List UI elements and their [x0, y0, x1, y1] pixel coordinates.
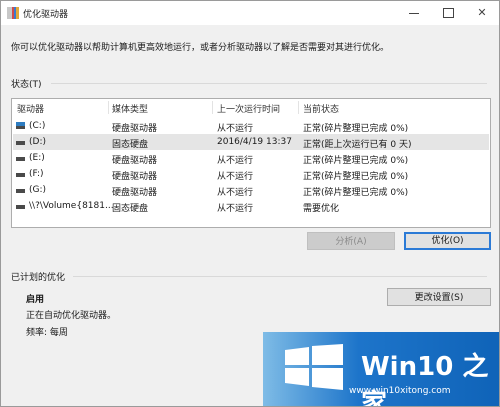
drive-icon	[16, 202, 25, 209]
media-type: 硬盘驱动器	[112, 156, 158, 166]
drive-name: (D:)	[29, 137, 46, 147]
drive-row-g[interactable]: (G:) 硬盘驱动器 从不运行 正常(碎片整理已完成 0%)	[13, 182, 489, 198]
drive-icon	[16, 154, 25, 161]
media-type: 硬盘驱动器	[112, 188, 158, 198]
drive-row-e[interactable]: (E:) 硬盘驱动器 从不运行 正常(碎片整理已完成 0%)	[13, 150, 489, 166]
drive-icon	[16, 170, 25, 177]
column-divider	[298, 101, 299, 114]
current-status: 正常(碎片整理已完成 0%)	[303, 124, 409, 134]
media-type: 硬盘驱动器	[112, 172, 158, 182]
drive-icon	[16, 138, 25, 145]
scheduled-divider	[73, 276, 487, 277]
last-run: 从不运行	[217, 124, 254, 134]
minimize-button[interactable]	[397, 1, 431, 25]
column-media-type[interactable]: 媒体类型	[112, 102, 148, 115]
schedule-state: 启用	[26, 295, 45, 305]
maximize-button[interactable]	[431, 1, 465, 25]
drive-icon	[16, 122, 25, 129]
status-label: 状态(T)	[11, 80, 42, 90]
defrag-app-icon	[7, 7, 19, 19]
drives-list[interactable]: 驱动器 媒体类型 上一次运行时间 当前状态 (C:) 硬盘驱动器 从不运行 正常…	[11, 98, 491, 228]
drive-name: (G:)	[29, 185, 47, 195]
status-divider	[51, 83, 487, 84]
maximize-icon	[442, 8, 454, 18]
last-run: 从不运行	[217, 172, 254, 182]
drives-list-header: 驱动器 媒体类型 上一次运行时间 当前状态	[12, 99, 490, 116]
column-last-run[interactable]: 上一次运行时间	[217, 102, 280, 115]
column-drive[interactable]: 驱动器	[17, 102, 44, 115]
last-run: 从不运行	[217, 188, 254, 198]
change-settings-button[interactable]: 更改设置(S)	[387, 288, 491, 306]
analyze-button[interactable]: 分析(A)	[307, 232, 395, 250]
last-run: 从不运行	[217, 204, 254, 214]
column-divider	[212, 101, 213, 114]
column-divider	[108, 101, 109, 114]
windows-logo-icon	[285, 344, 343, 390]
window-title: 优化驱动器	[23, 10, 69, 20]
drive-name: (C:)	[29, 121, 46, 131]
column-current-status[interactable]: 当前状态	[303, 102, 339, 115]
media-type: 固态硬盘	[112, 140, 149, 150]
watermark-url: www.win10xitong.com	[349, 386, 451, 396]
drive-row-d[interactable]: (D:) 固态硬盘 2016/4/19 13:37 正常(距上次运行已有 0 天…	[13, 134, 489, 150]
last-run: 2016/4/19 13:37	[217, 137, 292, 147]
optimize-button[interactable]: 优化(O)	[404, 232, 491, 250]
minimize-icon	[409, 12, 419, 14]
drive-name: (E:)	[29, 153, 45, 163]
description-text: 你可以优化驱动器以帮助计算机更高效地运行，或者分析驱动器以了解是否需要对其进行优…	[11, 43, 390, 53]
current-status: 正常(碎片整理已完成 0%)	[303, 156, 409, 166]
scheduled-optimization-label: 已计划的优化	[11, 273, 66, 283]
media-type: 硬盘驱动器	[112, 124, 158, 134]
schedule-detail: 正在自动优化驱动器。	[26, 311, 117, 321]
title-bar[interactable]: 优化驱动器 ✕	[1, 1, 499, 25]
watermark-logo: Win10 之家 www.win10xitong.com	[263, 332, 499, 407]
drive-row-c[interactable]: (C:) 硬盘驱动器 从不运行 正常(碎片整理已完成 0%)	[13, 118, 489, 134]
current-status: 正常(距上次运行已有 0 天)	[303, 140, 412, 150]
last-run: 从不运行	[217, 156, 254, 166]
drive-icon	[16, 186, 25, 193]
drive-row-f[interactable]: (F:) 硬盘驱动器 从不运行 正常(碎片整理已完成 0%)	[13, 166, 489, 182]
optimize-drives-window: 优化驱动器 ✕ 你可以优化驱动器以帮助计算机更高效地运行，或者分析驱动器以了解是…	[0, 0, 500, 407]
close-button[interactable]: ✕	[465, 1, 499, 25]
current-status: 正常(碎片整理已完成 0%)	[303, 172, 409, 182]
current-status: 需要优化	[303, 204, 340, 214]
drive-name: \\?\Volume{8181...	[29, 201, 114, 211]
current-status: 正常(碎片整理已完成 0%)	[303, 188, 409, 198]
drive-row-volume[interactable]: \\?\Volume{8181... 固态硬盘 从不运行 需要优化	[13, 198, 489, 214]
media-type: 固态硬盘	[112, 204, 149, 214]
close-icon: ✕	[477, 6, 487, 19]
schedule-frequency: 频率: 每周	[26, 328, 68, 338]
watermark-brand: Win10 之家	[361, 352, 489, 407]
drive-name: (F:)	[29, 169, 44, 179]
